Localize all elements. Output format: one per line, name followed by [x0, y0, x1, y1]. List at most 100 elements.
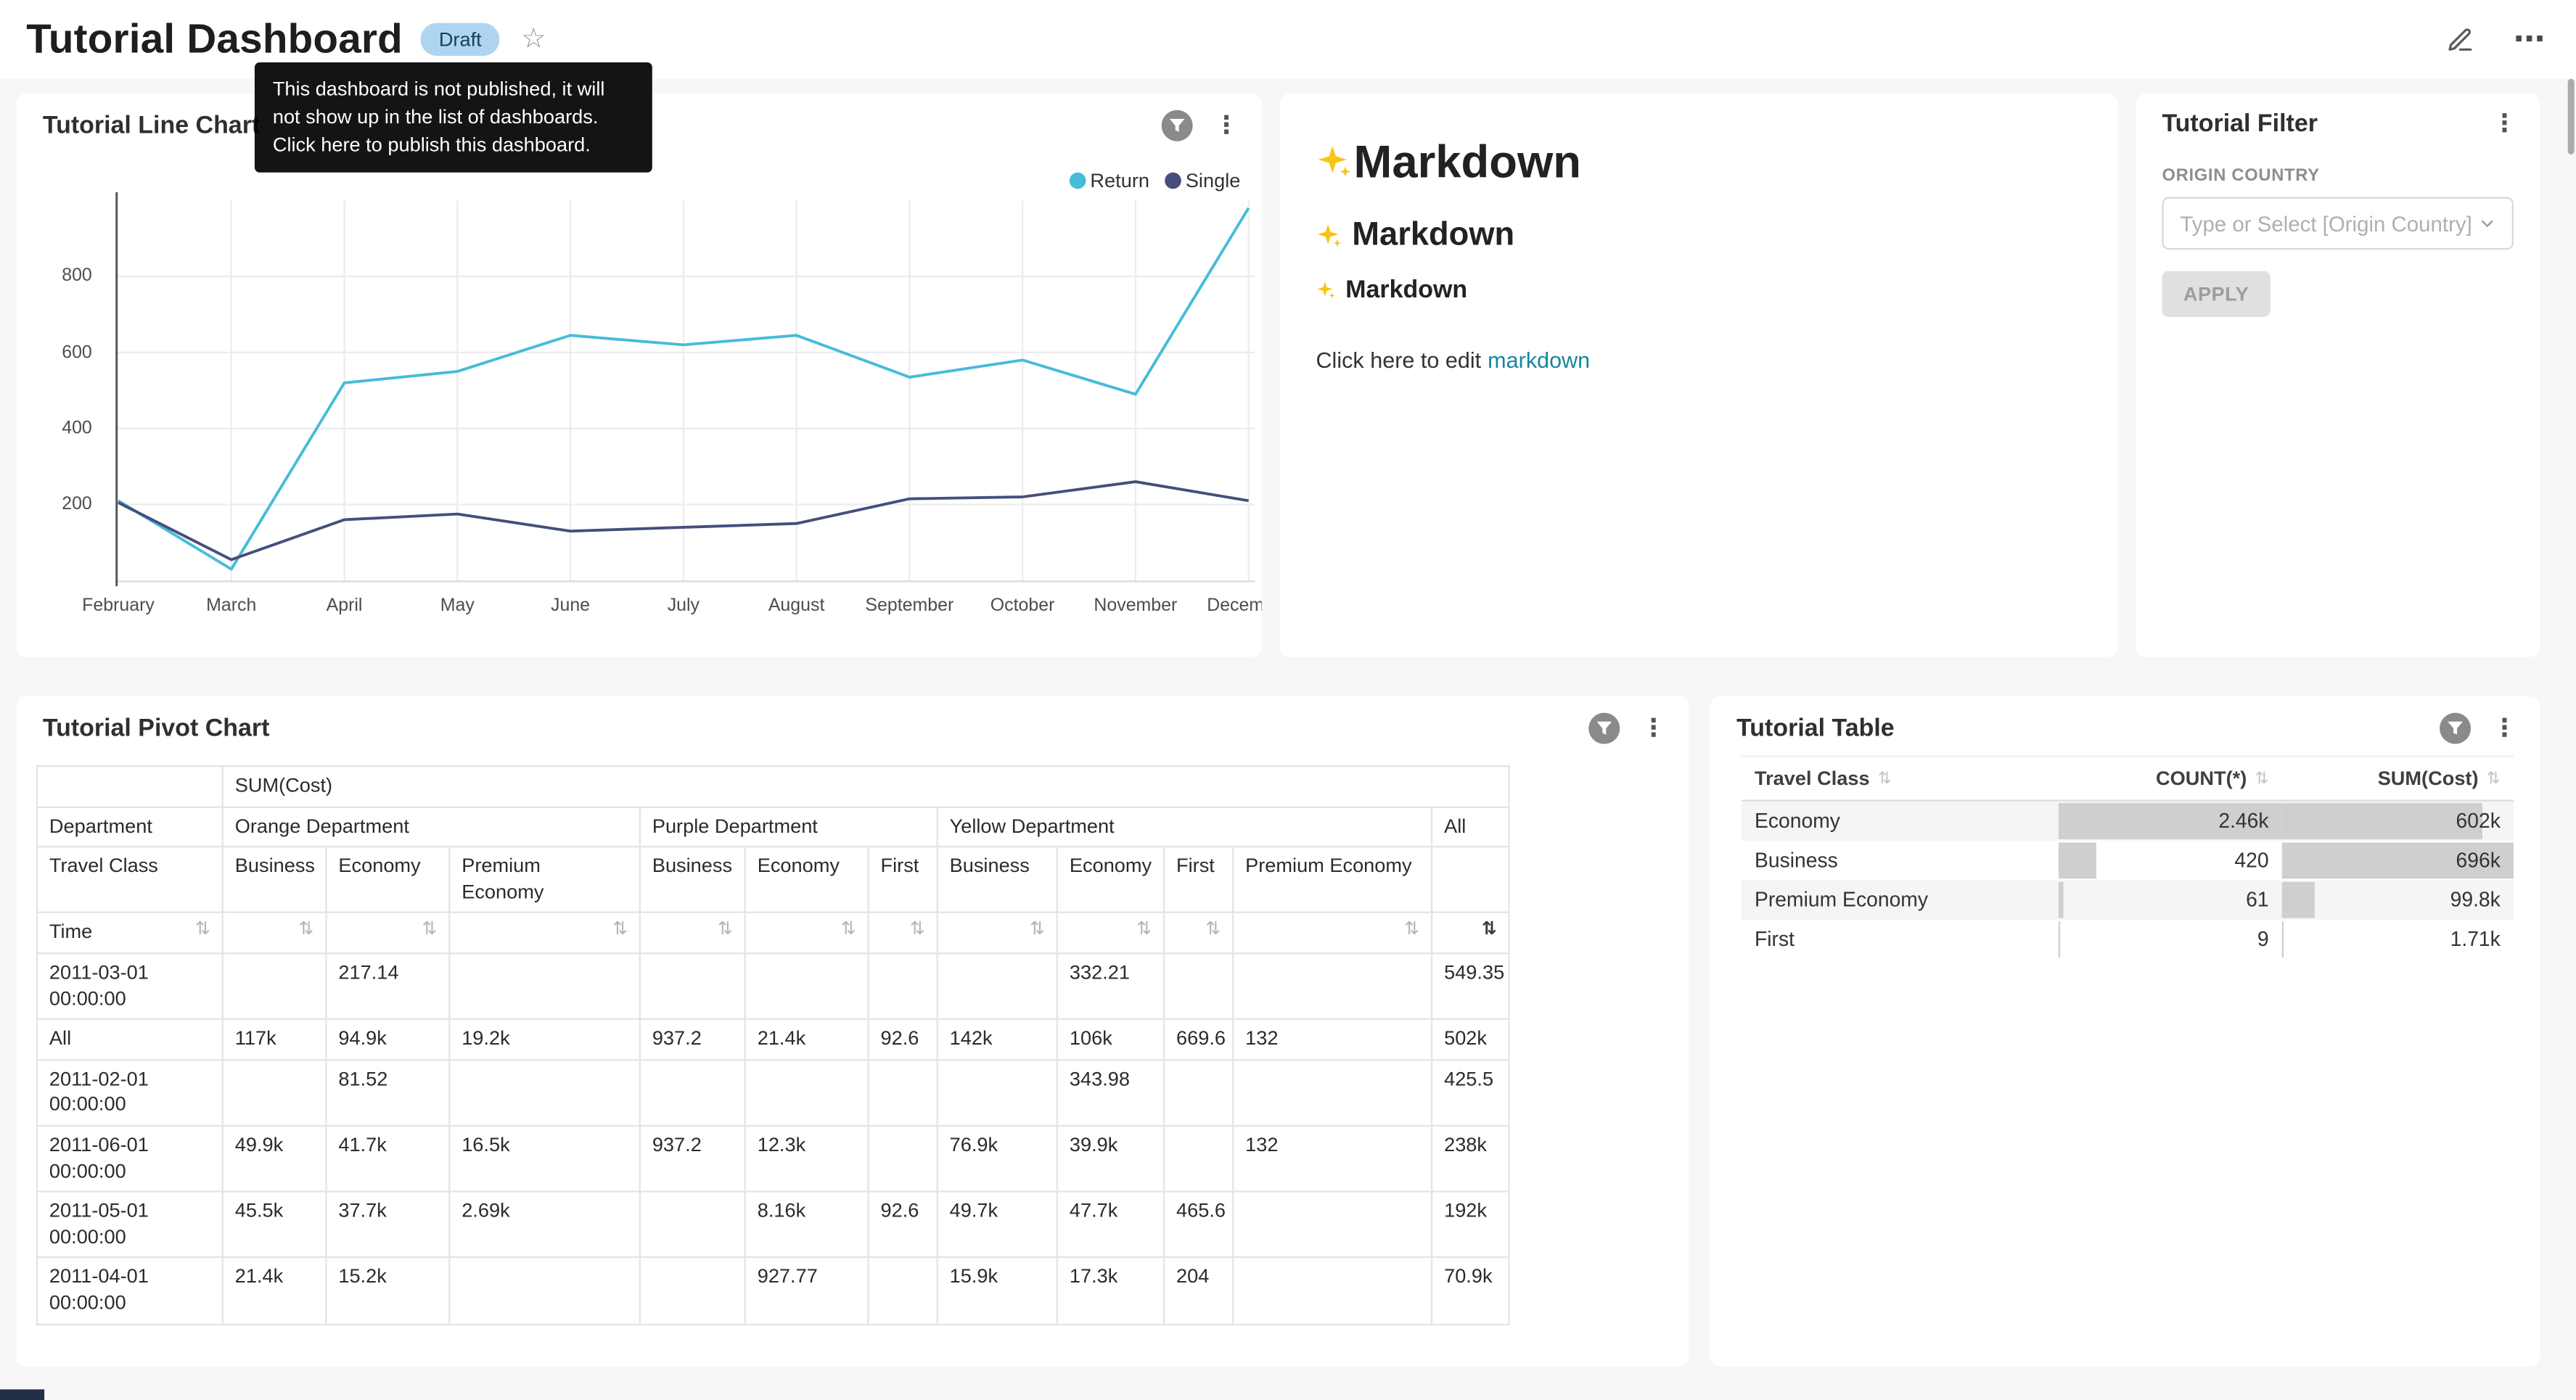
pivot-column-header[interactable]: Economy — [1057, 847, 1164, 913]
pivot-value-cell: 937.2 — [640, 1019, 745, 1060]
pivot-value-cell — [1233, 953, 1432, 1019]
pivot-value-cell: 39.9k — [1057, 1126, 1164, 1192]
pivot-column-header[interactable]: First — [869, 847, 938, 913]
sort-toggle-icon[interactable]: ⇅ — [299, 921, 314, 940]
pivot-value-cell: 238k — [1432, 1126, 1509, 1192]
sort-icon[interactable]: ⇅ — [1878, 770, 1892, 788]
pivot-data-row: 2011-03-01 00:00:00217.14332.21549.35 — [37, 953, 1509, 1019]
sparkles-icon — [1316, 144, 1352, 181]
pivot-all-column-header: All — [1432, 807, 1509, 847]
sum-cost-cell: 696k — [2282, 841, 2514, 880]
pivot-column-header[interactable]: Business — [223, 847, 327, 913]
pivot-value-cell: 21.4k — [223, 1258, 327, 1324]
funnel-icon — [1595, 720, 1613, 738]
edit-markdown-link[interactable]: markdown — [1488, 348, 1590, 373]
edit-pencil-icon[interactable] — [2446, 25, 2474, 53]
pivot-table-scroll[interactable]: SUM(Cost)DepartmentOrange DepartmentPurp… — [36, 765, 1669, 1350]
pivot-value-cell — [938, 1060, 1057, 1126]
kebab-menu-icon[interactable]: ⋮ — [1207, 113, 1245, 138]
line-chart-svg — [115, 192, 1255, 586]
pivot-group-header[interactable]: Orange Department — [223, 807, 640, 847]
sort-toggle-icon[interactable]: ⇅ — [1136, 921, 1152, 940]
pivot-sort-cell: ⇅ — [745, 913, 869, 954]
applied-filters-icon[interactable] — [1588, 713, 1620, 744]
publish-tooltip[interactable]: This dashboard is not published, it will… — [255, 62, 652, 173]
pivot-value-cell: 41.7k — [326, 1126, 449, 1192]
sort-toggle-icon[interactable]: ⇅ — [718, 921, 733, 940]
x-tick-label: March — [206, 596, 256, 616]
sort-toggle-icon[interactable]: ⇅ — [1030, 921, 1045, 940]
column-header-count[interactable]: COUNT(*)⇅ — [2058, 757, 2282, 801]
sort-toggle-icon[interactable]: ⇅ — [1404, 921, 1419, 940]
pivot-value-cell: 15.2k — [326, 1258, 449, 1324]
applied-filters-icon[interactable] — [1162, 110, 1193, 141]
column-header-sum-cost[interactable]: SUM(Cost)⇅ — [2282, 757, 2514, 801]
chart-legend: Return Single — [1069, 169, 1240, 192]
pivot-column-header[interactable]: Business — [938, 847, 1057, 913]
pivot-class-label: Travel Class — [37, 847, 223, 913]
value-text: 602k — [2456, 810, 2500, 833]
sort-desc-active-icon[interactable]: ⇅ — [1482, 921, 1497, 940]
travel-class-cell: Economy — [1742, 801, 2058, 841]
pivot-column-header[interactable]: Economy — [745, 847, 869, 913]
pivot-value-cell: 204 — [1164, 1258, 1233, 1324]
pivot-value-cell: 49.9k — [223, 1126, 327, 1192]
sort-toggle-icon[interactable]: ⇅ — [422, 921, 437, 940]
pivot-value-cell: 217.14 — [326, 953, 449, 1019]
value-text: 420 — [2234, 849, 2268, 873]
pivot-column-header[interactable]: First — [1164, 847, 1233, 913]
y-tick-label: 800 — [62, 266, 92, 286]
pivot-column-header[interactable]: Premium Economy — [1233, 847, 1432, 913]
pivot-value-cell — [640, 1060, 745, 1126]
pivot-group-header[interactable]: Yellow Department — [938, 807, 1432, 847]
kebab-menu-icon[interactable]: ⋮ — [1635, 716, 1673, 741]
y-tick-label: 600 — [62, 342, 92, 362]
x-tick-label: September — [865, 596, 953, 616]
pivot-value-cell: 117k — [223, 1019, 327, 1060]
pivot-column-header[interactable]: Premium Economy — [449, 847, 640, 913]
origin-country-select[interactable]: Type or Select [Origin Country] — [2162, 197, 2514, 250]
x-tick-label: November — [1094, 596, 1177, 616]
pivot-data-row: 2011-05-01 00:00:0045.5k37.7k2.69k8.16k9… — [37, 1192, 1509, 1258]
pivot-row-label: 2011-02-01 00:00:00 — [37, 1060, 223, 1126]
pivot-value-cell: 2.69k — [449, 1192, 640, 1258]
sort-toggle-icon[interactable]: ⇅ — [195, 921, 210, 940]
pivot-value-cell: 132 — [1233, 1126, 1432, 1192]
legend-item-return[interactable]: Return — [1069, 169, 1149, 192]
column-header-travel-class[interactable]: Travel Class⇅ — [1742, 757, 2058, 801]
kebab-menu-icon[interactable]: ⋮ — [2485, 112, 2523, 136]
table-header-row: Travel Class⇅ COUNT(*)⇅ SUM(Cost)⇅ — [1742, 757, 2514, 801]
more-menu-icon[interactable]: ⋯ — [2514, 20, 2546, 58]
sort-toggle-icon[interactable]: ⇅ — [1205, 921, 1221, 940]
vertical-scrollbar-thumb[interactable] — [2568, 79, 2575, 155]
favorite-star-icon[interactable]: ☆ — [521, 23, 546, 56]
filter-card: Tutorial Filter ⋮ ORIGIN COUNTRY Type or… — [2136, 94, 2540, 657]
y-tick-label: 200 — [62, 495, 92, 514]
sort-icon[interactable]: ⇅ — [2487, 770, 2501, 788]
pivot-value-cell: 15.9k — [938, 1258, 1057, 1324]
pivot-value-cell: 45.5k — [223, 1192, 327, 1258]
applied-filters-icon[interactable] — [2440, 713, 2471, 744]
sort-toggle-icon[interactable]: ⇅ — [841, 921, 856, 940]
pivot-value-cell: 81.52 — [326, 1060, 449, 1126]
pivot-value-cell: 76.9k — [938, 1126, 1057, 1192]
scaled-viewport: Tutorial Dashboard Draft ☆ ⋯ This dashbo… — [0, 0, 2576, 1400]
sort-icon[interactable]: ⇅ — [2255, 770, 2269, 788]
markdown-h1-text: Markdown — [1354, 136, 1581, 189]
legend-item-single[interactable]: Single — [1164, 169, 1240, 192]
legend-dot-icon — [1164, 173, 1181, 189]
kebab-menu-icon[interactable]: ⋮ — [2485, 716, 2523, 741]
pivot-time-label: Time — [49, 921, 92, 946]
pivot-value-cell — [869, 1060, 938, 1126]
draft-badge[interactable]: Draft — [421, 22, 500, 56]
pivot-chart-card: Tutorial Pivot Chart ⋮ SUM(Cost)Departme… — [17, 696, 1689, 1367]
apply-button[interactable]: APPLY — [2162, 271, 2270, 317]
sort-toggle-icon[interactable]: ⇅ — [612, 921, 628, 940]
pivot-group-header[interactable]: Purple Department — [640, 807, 938, 847]
pivot-column-header[interactable]: Economy — [326, 847, 449, 913]
pivot-sort-cell: ⇅ — [326, 913, 449, 954]
sort-toggle-icon[interactable]: ⇅ — [910, 921, 925, 940]
pivot-row-label: 2011-03-01 00:00:00 — [37, 953, 223, 1019]
pivot-value-cell: 142k — [938, 1019, 1057, 1060]
pivot-column-header[interactable]: Business — [640, 847, 745, 913]
